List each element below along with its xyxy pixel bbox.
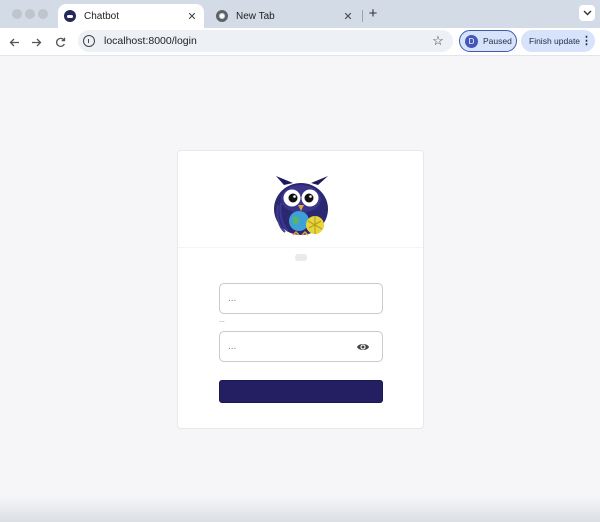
maximize-window-button[interactable]	[38, 9, 48, 19]
tab-strip: Chatbot ✕ New Tab ✕ +	[0, 0, 600, 28]
avatar: D	[465, 34, 478, 48]
tab-separator	[362, 10, 363, 22]
tab-close-button[interactable]: ✕	[185, 10, 199, 23]
username-field[interactable]	[219, 283, 383, 314]
update-label: Finish update	[529, 36, 581, 46]
tab-chatbot[interactable]: Chatbot ✕	[58, 4, 204, 28]
chevron-down-icon	[583, 10, 591, 16]
reload-button[interactable]	[52, 34, 68, 50]
reload-icon	[55, 37, 65, 47]
field-label: ...	[219, 317, 225, 324]
forward-button[interactable]	[28, 34, 44, 50]
logo-divider	[178, 247, 423, 248]
more-menu-icon[interactable]: ⋮	[581, 36, 592, 47]
tab-new-tab[interactable]: New Tab ✕	[210, 4, 360, 28]
minimize-window-button[interactable]	[25, 9, 35, 19]
login-card: ...	[177, 150, 424, 429]
owl-favicon-icon	[64, 10, 76, 22]
password-input[interactable]	[228, 341, 348, 352]
profile-status-label: Paused	[483, 36, 512, 46]
finish-update-button[interactable]: Finish update ⋮	[521, 30, 595, 52]
login-button[interactable]	[219, 380, 383, 403]
status-pill	[295, 254, 307, 261]
address-bar[interactable]: localhost:8000/login ☆	[78, 30, 453, 52]
chrome-favicon-icon	[216, 10, 228, 22]
eye-icon[interactable]	[356, 341, 370, 353]
back-button[interactable]	[6, 34, 22, 50]
username-input[interactable]	[228, 293, 348, 304]
window-bottom-edge	[0, 496, 600, 522]
tab-close-button[interactable]: ✕	[341, 10, 355, 23]
arrow-right-icon	[31, 38, 41, 46]
tab-title: Chatbot	[84, 10, 120, 22]
url-text[interactable]: localhost:8000/login	[104, 35, 431, 47]
password-field[interactable]	[219, 331, 383, 362]
page-body: ...	[0, 56, 600, 522]
new-tab-button[interactable]: +	[366, 6, 380, 22]
close-window-button[interactable]	[12, 9, 22, 19]
profile-button[interactable]: D Paused	[459, 30, 517, 52]
tab-search-button[interactable]	[579, 5, 595, 21]
arrow-left-icon	[9, 38, 19, 46]
bookmark-star-icon[interactable]: ☆	[431, 34, 445, 48]
tab-title: New Tab	[236, 10, 275, 22]
owl-logo	[274, 176, 328, 236]
site-info-icon[interactable]	[83, 35, 95, 47]
browser-toolbar: localhost:8000/login ☆ D Paused Finish u…	[0, 28, 600, 56]
